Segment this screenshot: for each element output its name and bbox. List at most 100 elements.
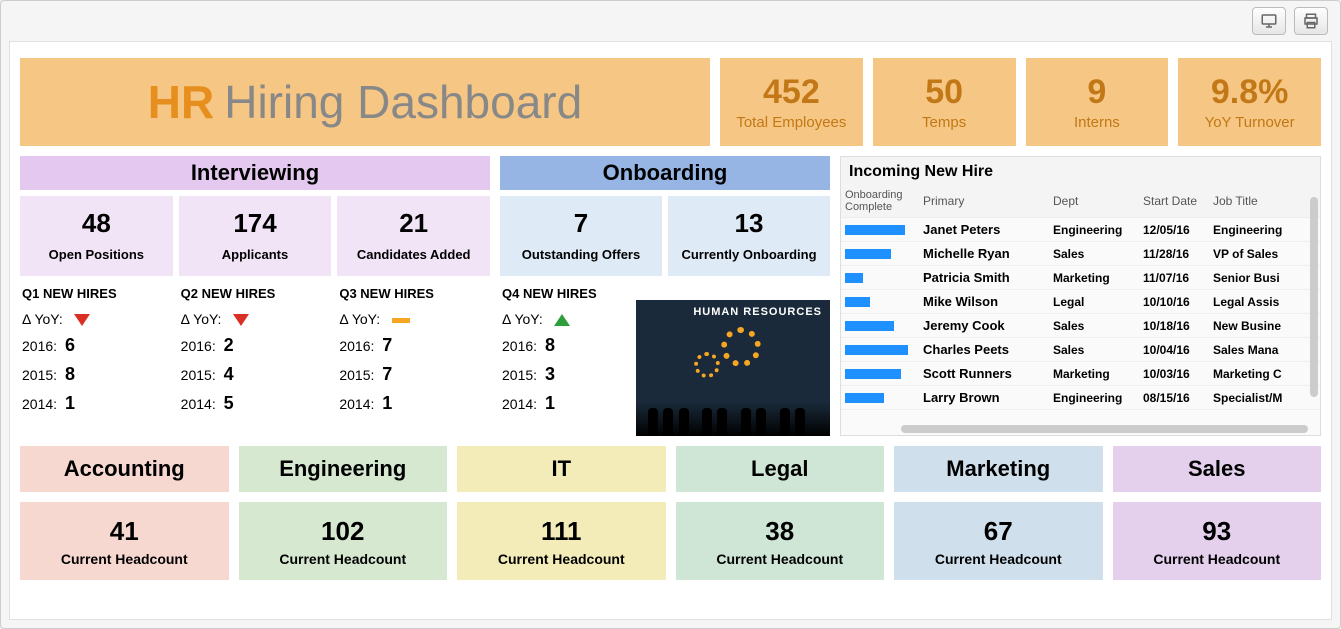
card-value: 48 — [24, 208, 169, 239]
cell-dept: Engineering — [1049, 219, 1139, 241]
card-value: 21 — [341, 208, 486, 239]
col-primary[interactable]: Primary — [919, 190, 1049, 212]
card-label: Outstanding Offers — [504, 247, 658, 262]
present-button[interactable] — [1252, 7, 1286, 35]
cell-progress — [841, 269, 919, 287]
kpi-value: 9.8% — [1211, 73, 1289, 112]
table-row[interactable]: Michelle Ryan Sales 11/28/16 VP of Sales — [841, 242, 1320, 266]
cell-job: Sales Mana — [1209, 339, 1320, 361]
card-label: Applicants — [183, 247, 328, 262]
card-value: 174 — [183, 208, 328, 239]
cell-primary: Michelle Ryan — [919, 242, 1049, 265]
kpi-value: 50 — [925, 73, 963, 112]
cell-start: 11/28/16 — [1139, 243, 1209, 265]
cell-progress — [841, 365, 919, 383]
table-row[interactable]: Jeremy Cook Sales 10/18/16 New Busine — [841, 314, 1320, 338]
trend-down-icon — [74, 314, 90, 326]
vertical-scrollbar[interactable] — [1310, 197, 1318, 397]
table-header-row: Onboarding Complete Primary Dept Start D… — [841, 185, 1320, 218]
cell-primary: Jeremy Cook — [919, 314, 1049, 337]
table-row[interactable]: Patricia Smith Marketing 11/07/16 Senior… — [841, 266, 1320, 290]
col-job[interactable]: Job Title — [1209, 190, 1320, 212]
cell-primary: Larry Brown — [919, 386, 1049, 409]
table-row[interactable]: Janet Peters Engineering 12/05/16 Engine… — [841, 218, 1320, 242]
quarter-block: Q1 NEW HIRES Δ YoY: 2016: 6 2015: 8 2014… — [20, 282, 173, 436]
cell-start: 12/05/16 — [1139, 219, 1209, 241]
dept-header-marketing[interactable]: Marketing — [894, 446, 1103, 492]
kpi-label: Temps — [922, 114, 966, 131]
cell-start: 10/04/16 — [1139, 339, 1209, 361]
headcount-label: Current Headcount — [1153, 551, 1280, 567]
card-label: Currently Onboarding — [672, 247, 826, 262]
cell-dept: Sales — [1049, 243, 1139, 265]
cell-start: 10/03/16 — [1139, 363, 1209, 385]
trend-flat-icon — [392, 318, 410, 323]
cell-job: Senior Busi — [1209, 267, 1320, 289]
table-row[interactable]: Scott Runners Marketing 10/03/16 Marketi… — [841, 362, 1320, 386]
cell-job: Marketing C — [1209, 363, 1320, 385]
headcount-label: Current Headcount — [279, 551, 406, 567]
cell-progress — [841, 221, 919, 239]
title-rest: Hiring Dashboard — [224, 75, 582, 129]
quarter-title: Q3 NEW HIRES — [339, 286, 488, 301]
dept-header-accounting[interactable]: Accounting — [20, 446, 229, 492]
kpi-value: 452 — [763, 73, 820, 112]
print-button[interactable] — [1294, 7, 1328, 35]
dept-headcount-sales: 93Current Headcount — [1113, 502, 1322, 580]
onboarding-block: Onboarding 7Outstanding Offers13Currentl… — [500, 156, 830, 436]
dept-headcount-engineering: 102Current Headcount — [239, 502, 448, 580]
col-start[interactable]: Start Date — [1139, 190, 1209, 212]
dept-header-engineering[interactable]: Engineering — [239, 446, 448, 492]
cell-start: 10/10/16 — [1139, 291, 1209, 313]
cell-dept: Marketing — [1049, 363, 1139, 385]
cell-job: New Busine — [1209, 315, 1320, 337]
cell-progress — [841, 317, 919, 335]
cell-primary: Charles Peets — [919, 338, 1049, 361]
quarter-block: Q4 NEW HIRES Δ YoY: 2016: 8 2015: 3 2014… — [500, 282, 630, 436]
kpi-label: YoY Turnover — [1205, 114, 1295, 131]
app-window: HR Hiring Dashboard 452 Total Employees 50… — [0, 0, 1341, 629]
year-2016: 2016: 8 — [502, 335, 628, 356]
table-row[interactable]: Charles Peets Sales 10/04/16 Sales Mana — [841, 338, 1320, 362]
headcount-label: Current Headcount — [716, 551, 843, 567]
dept-header-it[interactable]: IT — [457, 446, 666, 492]
dept-header-legal[interactable]: Legal — [676, 446, 885, 492]
dept-header-sales[interactable]: Sales — [1113, 446, 1322, 492]
table-row[interactable]: Mike Wilson Legal 10/10/16 Legal Assis — [841, 290, 1320, 314]
delta-row: Δ YoY: — [339, 311, 488, 327]
trend-down-icon — [233, 314, 249, 326]
card-value: 7 — [504, 208, 658, 239]
headcount-label: Current Headcount — [61, 551, 188, 567]
kpi-label: Total Employees — [736, 114, 846, 131]
dashboard-title-card: HR Hiring Dashboard — [20, 58, 710, 146]
col-dept[interactable]: Dept — [1049, 190, 1139, 212]
cell-progress — [841, 245, 919, 263]
hr-illustration-caption: HUMAN RESOURCES — [693, 306, 822, 318]
dashboard-canvas: HR Hiring Dashboard 452 Total Employees 50… — [9, 41, 1332, 620]
quarter-title: Q1 NEW HIRES — [22, 286, 171, 301]
card-applicants: 174 Applicants — [179, 196, 332, 276]
card-currently-onboarding: 13Currently Onboarding — [668, 196, 830, 276]
cell-start: 10/18/16 — [1139, 315, 1209, 337]
cell-progress — [841, 341, 919, 359]
cell-dept: Sales — [1049, 339, 1139, 361]
table-row[interactable]: Larry Brown Engineering 08/15/16 Special… — [841, 386, 1320, 410]
mid-row: Interviewing 48Open Positions174Applican… — [20, 156, 1321, 436]
incoming-hire-table: Incoming New Hire Onboarding Complete Pr… — [840, 156, 1321, 436]
year-2015: 2015: 3 — [502, 364, 628, 385]
cell-start: 11/07/16 — [1139, 267, 1209, 289]
col-progress[interactable]: Onboarding Complete — [841, 185, 919, 217]
year-2016: 2016: 7 — [339, 335, 488, 356]
cell-start: 08/15/16 — [1139, 387, 1209, 409]
year-2014: 2014: 1 — [502, 393, 628, 414]
horizontal-scrollbar[interactable] — [901, 425, 1308, 433]
quarter-block: Q3 NEW HIRES Δ YoY: 2016: 7 2015: 7 2014… — [337, 282, 490, 436]
delta-row: Δ YoY: — [181, 311, 330, 327]
cell-primary: Patricia Smith — [919, 266, 1049, 289]
cell-job: Legal Assis — [1209, 291, 1320, 313]
year-2014: 2014: 5 — [181, 393, 330, 414]
present-icon — [1260, 12, 1278, 30]
table-title: Incoming New Hire — [841, 157, 1320, 185]
delta-row: Δ YoY: — [22, 311, 171, 327]
card-open-positions: 48Open Positions — [20, 196, 173, 276]
